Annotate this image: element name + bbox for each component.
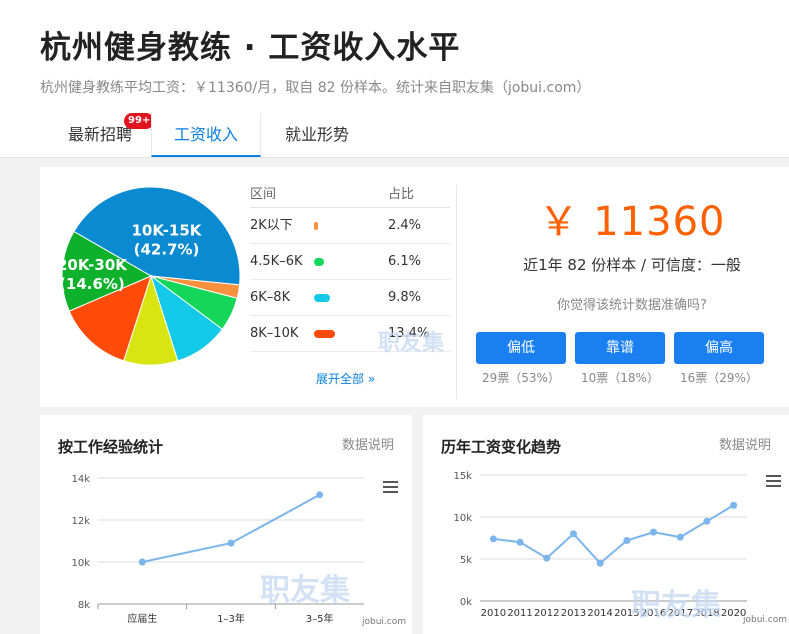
data-point[interactable] xyxy=(569,530,577,538)
x-tick-label: 2012 xyxy=(534,608,559,619)
ratio-value: 9.8% xyxy=(388,290,422,305)
data-point[interactable] xyxy=(489,535,497,543)
data-point[interactable] xyxy=(316,491,324,499)
trend-panel: 历年工资变化趋势 数据说明 0k 5k 10k 15k 2010 2011 2012 2013… xyxy=(423,415,789,634)
range-label: 6K–8K xyxy=(250,290,291,305)
x-tick-label: 2013 xyxy=(561,608,586,619)
accuracy-question: 你觉得该统计数据准确吗? xyxy=(557,298,707,313)
salary-pie-chart: 10K-15K(42.7%) 20K-30K(14.6%) xyxy=(58,186,241,366)
chart-credit: jobui.com xyxy=(362,617,407,627)
y-tick-label: 0k xyxy=(460,597,472,608)
header-range: 区间 xyxy=(250,187,277,202)
x-tick-label: 2015 xyxy=(614,608,639,619)
tab-bar: 最新招聘 99+ 工资收入 就业形势 xyxy=(40,113,789,157)
data-point[interactable] xyxy=(623,537,631,545)
ratio-bar xyxy=(314,294,330,302)
y-tick-label: 10k xyxy=(453,513,472,524)
vote-low-button[interactable]: 偏低 xyxy=(476,332,566,364)
chart-menu-icon[interactable] xyxy=(766,475,781,490)
x-tick-label: 应届生 xyxy=(127,612,157,625)
divider xyxy=(456,185,457,399)
ratio-bar xyxy=(314,330,335,338)
ratio-value: 2.4% xyxy=(388,218,422,233)
data-point[interactable] xyxy=(227,539,235,547)
y-tick-label: 14k xyxy=(71,474,90,485)
trend-line-chart: 0k5k10k15k2010 2011 2012 2013 2014 2015 2016 20… xyxy=(453,471,747,619)
series-line xyxy=(142,493,321,563)
y-tick-label: 15k xyxy=(453,471,472,482)
chart-credit: jobui.com xyxy=(743,615,788,625)
x-tick-label: 3–5年 xyxy=(306,612,334,625)
data-note-link[interactable]: 数据说明 xyxy=(342,434,394,453)
x-tick-label: 2010 xyxy=(481,608,506,619)
x-tick-label: 2018 xyxy=(694,608,719,619)
ratio-bar xyxy=(314,222,318,230)
chart-menu-icon[interactable] xyxy=(383,481,398,496)
pie-percent-label: (14.6%) xyxy=(59,275,125,293)
range-row: 6K–8K 9.8% xyxy=(250,280,450,316)
data-point[interactable] xyxy=(543,554,551,562)
data-point[interactable] xyxy=(730,501,738,509)
experience-line-chart: 8k 10k 12k 14k 应届生 1–3年 3–5年 xyxy=(71,474,364,625)
vote-high-count: 16票（29%） xyxy=(680,371,758,385)
vote-low-count: 29票（53%） xyxy=(482,371,560,385)
page-subtitle: 杭州健身教练平均工资：￥11360/月，取自 82 份样本。统计来自职友集（jo… xyxy=(40,80,591,96)
range-table: 区间 占比 2K以下 2.4% 4.5K–6K 6.1% 6K–8K 9.8% … xyxy=(250,183,450,352)
range-row: 8K–10K 13.4% xyxy=(250,316,450,352)
tab-salary[interactable]: 工资收入 xyxy=(151,113,261,157)
ratio-value: 6.1% xyxy=(388,254,422,269)
data-point[interactable] xyxy=(703,517,711,525)
expand-all-link[interactable]: 展开全部 » xyxy=(316,370,375,387)
vote-reliable-count: 10票（18%） xyxy=(581,371,659,385)
range-label: 8K–10K xyxy=(250,326,299,341)
x-tick-label: 2011 xyxy=(507,608,532,619)
y-tick-label: 12k xyxy=(71,516,90,527)
ratio-bar xyxy=(314,258,324,266)
ratio-value: 13.4% xyxy=(388,326,430,341)
vote-high-button[interactable]: 偏高 xyxy=(674,332,764,364)
range-table-header: 区间 占比 xyxy=(250,183,450,208)
panel-title: 按工作经验统计 xyxy=(58,438,164,456)
range-label: 4.5K–6K xyxy=(250,254,303,269)
page-header: 杭州健身教练 · 工资收入水平 杭州健身教练平均工资：￥11360/月，取自 8… xyxy=(0,0,789,158)
tab-label: 就业形势 xyxy=(284,125,349,144)
experience-panel: 按工作经验统计 数据说明 8k 10k 12k 14k 应届生 1–3年 3–5年 职友集 … xyxy=(40,415,412,634)
y-tick-label: 5k xyxy=(460,555,472,566)
series-line xyxy=(493,504,735,565)
x-tick-label: 1–3年 xyxy=(217,612,245,625)
data-point[interactable] xyxy=(138,558,146,566)
new-jobs-badge: 99+ xyxy=(124,113,155,129)
x-tick-label: 2016 xyxy=(641,608,666,619)
range-label: 2K以下 xyxy=(250,218,293,233)
average-salary: ￥ 11360 xyxy=(538,199,726,245)
tab-employment[interactable]: 就业形势 xyxy=(262,113,372,155)
range-row: 4.5K–6K 6.1% xyxy=(250,244,450,280)
pie-percent-label: (42.7%) xyxy=(134,240,200,258)
header-ratio: 占比 xyxy=(388,187,415,202)
panel-title: 历年工资变化趋势 xyxy=(441,438,562,456)
x-tick-label: 2017 xyxy=(668,608,693,619)
data-note-link[interactable]: 数据说明 xyxy=(719,434,771,453)
tab-label: 最新招聘 xyxy=(67,125,132,144)
tab-label: 工资收入 xyxy=(173,125,238,144)
pie-label: 20K-30K xyxy=(58,256,128,274)
sample-info: 近1年 82 份样本 / 可信度：一般 xyxy=(523,256,741,274)
y-tick-label: 10k xyxy=(71,558,90,569)
data-point[interactable] xyxy=(516,538,524,546)
x-tick-label: 2014 xyxy=(587,608,612,619)
pie-label: 10K-15K xyxy=(132,221,203,239)
vote-reliable-button[interactable]: 靠谱 xyxy=(575,332,665,364)
range-row: 2K以下 2.4% xyxy=(250,208,450,244)
y-tick-label: 8k xyxy=(78,600,90,611)
salary-distribution-panel: 10K-15K (42.7%) 20K-30K (14.6%) 区间 占比 2K以下 … xyxy=(40,167,789,407)
data-point[interactable] xyxy=(650,528,658,536)
data-point[interactable] xyxy=(676,533,684,541)
page-title: 杭州健身教练 · 工资收入水平 xyxy=(40,30,461,66)
data-point[interactable] xyxy=(596,559,604,567)
